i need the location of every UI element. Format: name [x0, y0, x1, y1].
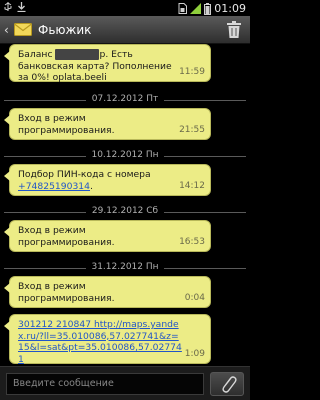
phone-link[interactable]: +74825190314	[18, 181, 90, 192]
attach-button[interactable]	[210, 372, 244, 396]
message-text: Вход в режим программирования.	[18, 225, 115, 248]
message-bubble[interactable]: Вход в режим программирования. 21:55	[4, 108, 211, 140]
contact-name: Фьюжик	[38, 23, 92, 37]
message-text: Подбор ПИН-кода с номера +74825190314.	[18, 169, 151, 192]
date-separator: 31.12.2012 Пн	[0, 262, 250, 274]
message-text: Вход в режим программирования.	[18, 113, 115, 136]
date-separator: 10.12.2012 Пн	[0, 150, 250, 162]
message-list[interactable]: Баланс XXXXXXXр. Есть банковская карта? …	[0, 44, 250, 366]
date-label: 10.12.2012 Пн	[91, 150, 159, 160]
message-time: 1:09	[184, 348, 205, 359]
back-arrow-icon[interactable]: ‹	[4, 23, 9, 37]
message-bubble[interactable]: Подбор ПИН-кода с номера +74825190314. 14…	[4, 164, 211, 196]
envelope-icon[interactable]	[14, 21, 32, 37]
message-input[interactable]: Введите сообщение	[6, 373, 204, 395]
signal-icon	[190, 3, 202, 14]
battery-icon	[204, 2, 212, 15]
date-label: 31.12.2012 Пн	[91, 262, 159, 272]
redacted-value: XXXXXXX	[55, 49, 100, 60]
message-bubble[interactable]: Вход в режим программирования. 16:53	[4, 220, 211, 252]
message-text: Баланс XXXXXXXр. Есть банковская карта? …	[18, 49, 172, 83]
status-bar: 01:09	[0, 0, 250, 16]
map-link[interactable]: 301212 210847 http://maps.yandex.ru/?ll=…	[18, 319, 183, 365]
date-label: 07.12.2012 Пт	[91, 94, 159, 104]
date-label: 29.12.2012 Сб	[91, 206, 159, 216]
usb-icon	[4, 2, 12, 11]
message-time: 16:53	[179, 236, 205, 247]
message-bubble[interactable]: Вход в режим программирования. 0:04	[4, 276, 211, 308]
date-separator: 07.12.2012 Пт	[0, 94, 250, 106]
message-text: Вход в режим программирования.	[18, 281, 115, 304]
date-separator: 29.12.2012 Сб	[0, 206, 250, 218]
message-time: 14:12	[179, 180, 205, 191]
message-bubble[interactable]: 301212 210847 http://maps.yandex.ru/?ll=…	[4, 314, 211, 365]
download-icon	[17, 2, 26, 12]
clock: 01:09	[214, 2, 246, 15]
conversation-header: ‹ Фьюжик	[0, 16, 250, 44]
message-time: 11:59	[179, 66, 205, 77]
paperclip-icon	[222, 376, 237, 393]
trash-icon[interactable]	[226, 21, 242, 39]
message-time: 21:55	[179, 124, 205, 135]
compose-bar: Введите сообщение	[0, 366, 250, 400]
message-bubble[interactable]: Баланс XXXXXXXр. Есть банковская карта? …	[4, 44, 211, 83]
sim-icon	[178, 3, 188, 14]
message-time: 0:04	[184, 292, 205, 303]
